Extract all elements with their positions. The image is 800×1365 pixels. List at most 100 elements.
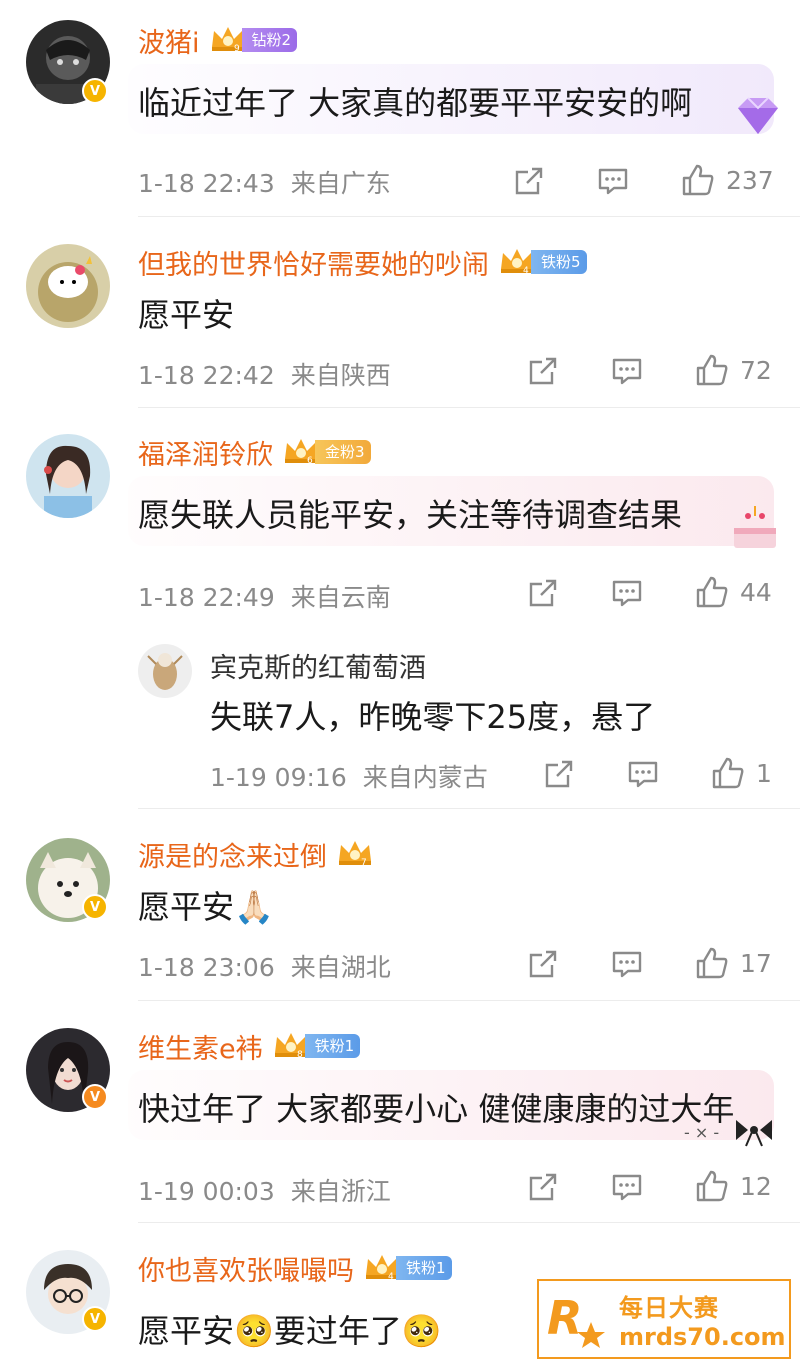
timestamp: 1-18 23:06 (138, 953, 275, 982)
comment-meta: 1-19 00:03 来自浙江 (138, 1172, 391, 1208)
verified-icon: V (82, 1084, 108, 1110)
svg-text:9: 9 (234, 44, 240, 53)
like-icon (682, 164, 714, 196)
reply-username[interactable]: 宾克斯的红葡萄酒 (210, 646, 426, 685)
username[interactable]: 维生素e袆 (138, 1027, 263, 1066)
reply-avatar[interactable] (138, 644, 192, 698)
svg-text:4: 4 (388, 1272, 394, 1281)
like-button[interactable]: 12 (694, 1168, 772, 1204)
svg-text:R: R (547, 1291, 582, 1345)
cake-sticker (726, 504, 784, 558)
comment-button[interactable] (610, 947, 644, 981)
svg-text:8: 8 (297, 1050, 303, 1059)
divider (138, 1000, 800, 1001)
share-icon (529, 579, 557, 607)
like-button[interactable]: 44 (694, 574, 772, 610)
comment-meta: 1-18 22:43 来自广东 (138, 164, 391, 200)
svg-text:7: 7 (361, 858, 367, 867)
username[interactable]: 源是的念来过倒 (138, 835, 327, 874)
like-icon (696, 1170, 728, 1202)
like-count: 44 (740, 577, 772, 607)
like-button[interactable]: 17 (694, 945, 772, 981)
comment-button[interactable] (596, 164, 630, 198)
name-row: 你也喜欢张嘬嘬吗 4 铁粉1 (138, 1248, 452, 1288)
comment-icon (612, 1174, 642, 1201)
like-button[interactable]: 1 (710, 755, 772, 791)
divider (138, 407, 800, 408)
username[interactable]: 波猪i (138, 21, 200, 60)
comment-text: 愿平安 (138, 296, 235, 334)
share-button[interactable] (526, 354, 560, 388)
share-button[interactable] (526, 1170, 560, 1204)
like-icon (696, 354, 728, 386)
timestamp: 1-19 00:03 (138, 1177, 275, 1206)
fan-badge: 金粉3 (315, 440, 371, 464)
verified-icon: V (82, 78, 108, 104)
location: 来自云南 (290, 583, 391, 612)
comment-button[interactable] (610, 354, 644, 388)
location: 来自浙江 (290, 1177, 391, 1206)
timestamp: 1-18 22:49 (138, 583, 275, 612)
timestamp: 1-18 22:43 (138, 169, 275, 198)
share-icon (515, 167, 543, 195)
share-button[interactable] (526, 576, 560, 610)
comment-meta: 1-18 22:42 来自陕西 (138, 356, 391, 392)
comment-icon (598, 168, 628, 195)
share-button[interactable] (542, 757, 576, 791)
name-row: 维生素e袆 8 铁粉1 (138, 1026, 361, 1066)
share-button[interactable] (512, 164, 546, 198)
name-row: 但我的世界恰好需要她的吵闹 4 铁粉5 (138, 242, 587, 282)
share-icon (529, 357, 557, 385)
username[interactable]: 但我的世界恰好需要她的吵闹 (138, 243, 489, 282)
fan-badge: 铁粉5 (531, 250, 587, 274)
diamond-sticker (728, 92, 788, 144)
comment-text: 愿平安🥺要过年了🥺 (138, 1312, 442, 1350)
name-row: 福泽润铃欣 6 金粉3 (138, 432, 371, 472)
watermark-title: 每日大赛 (619, 1293, 719, 1322)
comment-meta: 1-18 23:06 来自湖北 (138, 948, 391, 984)
comment-button[interactable] (610, 1170, 644, 1204)
crown-icon: 7 (335, 837, 375, 871)
verified-icon: V (82, 894, 108, 920)
watermark: R 每日大赛 mrds70.com (537, 1279, 791, 1359)
comment-button[interactable] (626, 757, 660, 791)
comment-icon (612, 951, 642, 978)
svg-text:4: 4 (523, 266, 529, 275)
fan-badge: 钻粉2 (241, 28, 298, 52)
share-icon (529, 950, 557, 978)
like-icon (696, 947, 728, 979)
like-count: 72 (740, 355, 772, 385)
avatar[interactable] (26, 244, 110, 328)
comment-icon (612, 580, 642, 607)
comment-icon (628, 761, 658, 788)
username[interactable]: 福泽润铃欣 (138, 433, 273, 472)
reply-text: 失联7人，昨晚零下25度，悬了 (210, 698, 656, 736)
avatar[interactable] (26, 434, 110, 518)
fan-badge: 铁粉1 (304, 1034, 361, 1058)
comment-icon (612, 358, 642, 385)
username[interactable]: 你也喜欢张嘬嘬吗 (138, 1249, 354, 1288)
fan-badge: 铁粉1 (396, 1256, 452, 1280)
comment-button[interactable] (610, 576, 644, 610)
verified-icon: V (82, 1306, 108, 1332)
like-count: 12 (740, 1171, 772, 1201)
comment-meta: 1-18 22:49 来自云南 (138, 578, 391, 614)
watermark-logo: R (543, 1284, 613, 1354)
like-icon (696, 576, 728, 608)
reply-meta: 1-19 09:16 来自内蒙古 (210, 758, 488, 794)
name-row: 源是的念来过倒 7 (138, 834, 375, 874)
like-button[interactable]: 237 (680, 162, 774, 198)
svg-text:6: 6 (307, 456, 313, 465)
location: 来自湖北 (290, 953, 391, 982)
like-icon (712, 757, 744, 789)
like-count: 17 (740, 948, 772, 978)
like-button[interactable]: 72 (694, 352, 772, 388)
share-button[interactable] (526, 947, 560, 981)
comment-text: 愿失联人员能平安，关注等待调查结果 (138, 496, 683, 534)
timestamp: 1-19 09:16 (210, 763, 347, 792)
location: 来自内蒙古 (362, 763, 488, 792)
timestamp: 1-18 22:42 (138, 361, 275, 390)
comment-text: 快过年了 大家都要小心 健健康康的过大年 (138, 1090, 735, 1128)
divider (138, 216, 800, 217)
location: 来自陕西 (290, 361, 391, 390)
